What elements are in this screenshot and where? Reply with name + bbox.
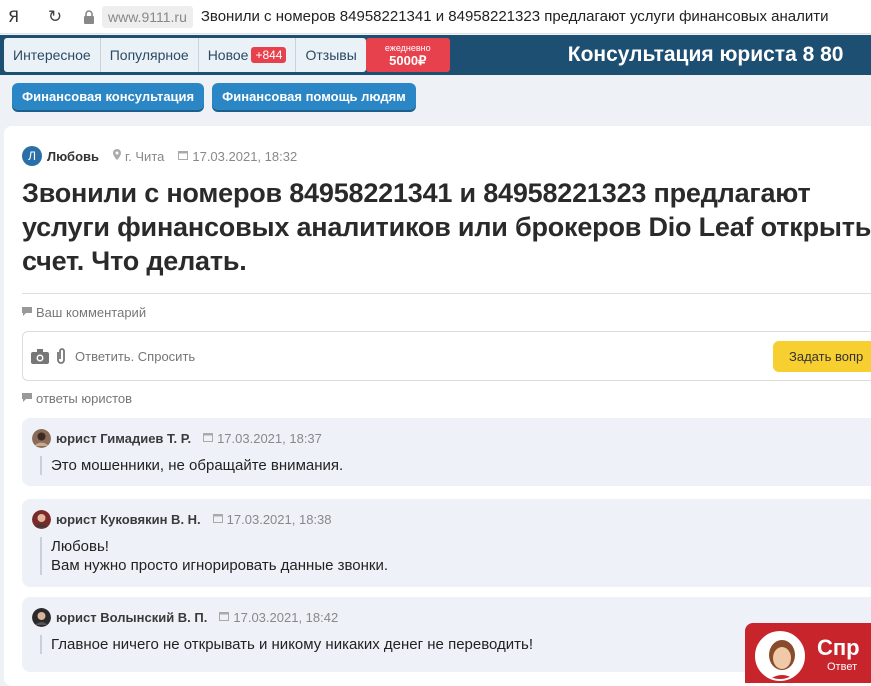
comment-section-label: Ваш комментарий: [22, 305, 146, 320]
lawyer-avatar[interactable]: [32, 429, 51, 448]
widget-title: Спр: [817, 635, 860, 660]
page-title: Звонили с номеров 84958221341 и 84958221…: [22, 178, 871, 276]
answer-header: юрист Волынский В. П. 17.03.2021, 18:42: [32, 608, 338, 627]
question-date: 17.03.2021, 18:32: [192, 148, 298, 164]
answer-date-text: 17.03.2021, 18:38: [226, 512, 332, 527]
daily-prize-caption: ежедневно: [384, 42, 431, 53]
category-row: Финансовая консультация Финансовая помощ…: [0, 76, 871, 116]
camera-icon[interactable]: [31, 348, 49, 364]
reload-icon[interactable]: ↻: [40, 7, 70, 27]
answer-date-text: 17.03.2021, 18:42: [233, 610, 339, 625]
calendar-icon: [178, 150, 189, 163]
answers-label-text: ответы юристов: [36, 391, 133, 406]
answer-text: Это мошенники, не обращайте внимания.: [40, 456, 343, 475]
calendar-icon: [203, 432, 214, 445]
answer-date-text: 17.03.2021, 18:37: [217, 431, 322, 446]
tab-interesting[interactable]: Интересное: [4, 38, 101, 72]
answer-header: юрист Куковякин В. Н. 17.03.2021, 18:38: [32, 510, 332, 529]
lawyer-consult-phone[interactable]: Консультация юриста 8 80: [568, 43, 844, 67]
page-tab-title: Звонили с номеров 84958221341 и 84958221…: [200, 8, 829, 25]
answer-item: юрист Куковякин В. Н. 17.03.2021, 18:38 …: [22, 499, 871, 587]
lawyer-avatar[interactable]: [32, 608, 51, 627]
help-widget[interactable]: Спр Ответ: [745, 623, 871, 683]
author-name[interactable]: Любовь: [47, 149, 99, 164]
new-count-badge: +844: [251, 47, 287, 63]
browser-logo[interactable]: Я: [8, 7, 28, 26]
answers-icon: [22, 393, 32, 404]
divider: [22, 293, 871, 294]
comment-form: Задать вопр: [22, 331, 871, 381]
attach-icon[interactable]: [55, 347, 67, 365]
widget-subtitle: Ответ: [827, 661, 858, 673]
lawyer-name[interactable]: юрист Гимадиев Т. Р.: [56, 431, 191, 446]
question-card: Л Любовь г. Чита 17.03.2021, 18:32 Звони…: [4, 126, 871, 686]
question-meta: Л Любовь г. Чита 17.03.2021, 18:32: [22, 146, 297, 166]
consultant-avatar: [755, 631, 805, 681]
lawyer-name[interactable]: юрист Куковякин В. Н.: [56, 512, 201, 527]
answer-item: юрист Гимадиев Т. Р. 17.03.2021, 18:37 Э…: [22, 418, 871, 486]
category-financial-consultation[interactable]: Финансовая консультация: [12, 82, 205, 110]
lawyer-name[interactable]: юрист Волынский В. П.: [56, 610, 207, 625]
answer-date: 17.03.2021, 18:38: [212, 512, 332, 527]
answer-item: юрист Волынский В. П. 17.03.2021, 18:42 …: [22, 597, 871, 672]
nav-tabs: Интересное Популярное Новое +844 Отзывы: [4, 38, 366, 72]
lawyer-avatar[interactable]: [32, 510, 51, 529]
tab-new[interactable]: Новое +844: [199, 38, 297, 72]
lock-icon[interactable]: [78, 9, 100, 24]
tab-new-label: Новое: [207, 47, 249, 63]
location-pin-icon: [113, 149, 122, 163]
comment-input[interactable]: [75, 348, 475, 364]
calendar-icon: [219, 611, 230, 624]
author-city: г. Чита: [125, 148, 165, 164]
tab-popular[interactable]: Популярное: [101, 38, 199, 72]
author-avatar[interactable]: Л: [22, 146, 42, 166]
calendar-icon: [212, 513, 223, 526]
daily-prize-amount: 5000₽: [389, 52, 427, 68]
comment-icon: [22, 307, 32, 318]
answer-text: Любовь! Вам нужно просто игнорировать да…: [40, 537, 388, 575]
answer-date: 17.03.2021, 18:42: [219, 610, 338, 625]
answers-section-label: ответы юристов: [22, 391, 132, 406]
browser-address-bar: Я ↻ www.9111.ru Звонили с номеров 849582…: [0, 0, 871, 34]
site-nav: Интересное Популярное Новое +844 Отзывы …: [0, 35, 871, 75]
answer-line: Главное ничего не открывать и никому ник…: [51, 636, 534, 653]
answer-date: 17.03.2021, 18:37: [203, 431, 322, 446]
answer-header: юрист Гимадиев Т. Р. 17.03.2021, 18:37: [32, 429, 322, 448]
answer-line: Любовь!: [51, 538, 109, 555]
daily-prize-button[interactable]: ежедневно 5000₽: [365, 38, 450, 72]
comment-label-text: Ваш комментарий: [36, 305, 147, 320]
answer-line: Вам нужно просто игнорировать данные зво…: [51, 557, 389, 574]
url-domain[interactable]: www.9111.ru: [102, 5, 193, 28]
answer-line: Это мошенники, не обращайте внимания.: [51, 457, 344, 474]
ask-question-button[interactable]: Задать вопр: [773, 341, 871, 372]
tab-reviews[interactable]: Отзывы: [296, 38, 365, 72]
answer-text: Главное ничего не открывать и никому ник…: [40, 635, 533, 654]
category-financial-help[interactable]: Финансовая помощь людям: [212, 82, 416, 110]
